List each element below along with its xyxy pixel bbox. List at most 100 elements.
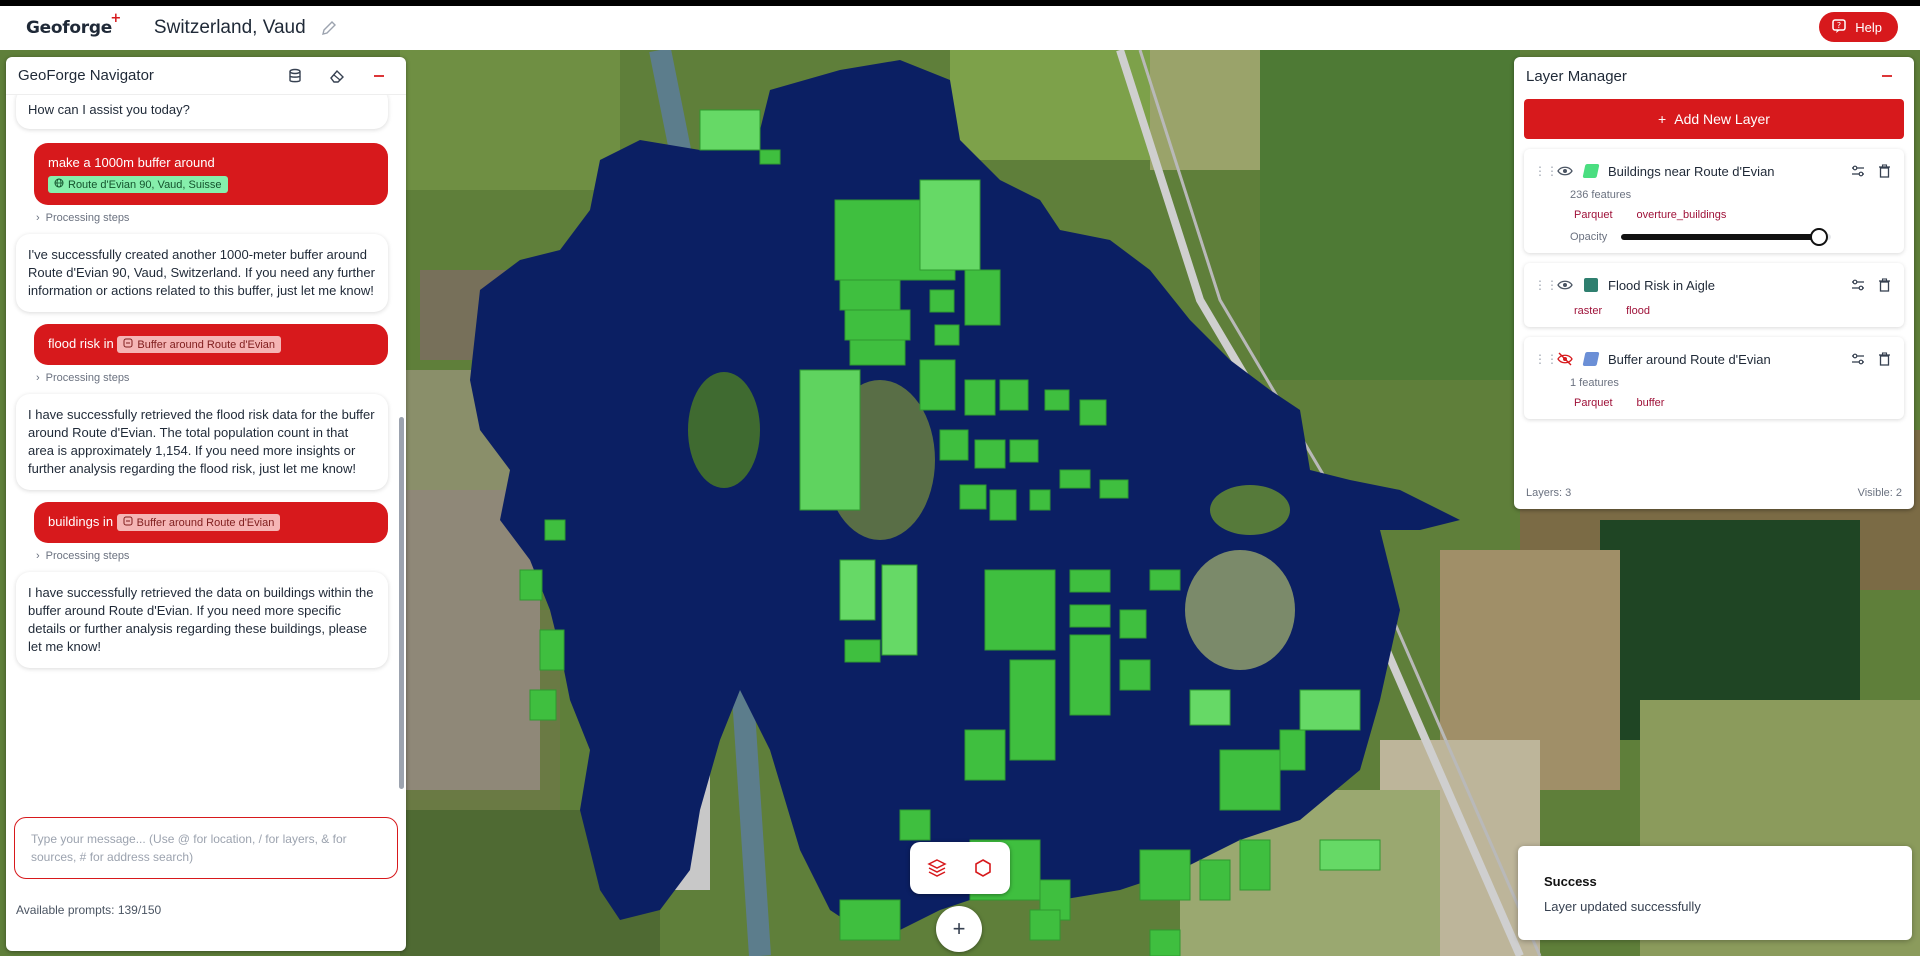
hexagon-icon[interactable]	[967, 852, 999, 884]
trash-icon[interactable]	[1874, 349, 1894, 369]
chat-scrollbar[interactable]	[399, 417, 404, 789]
message-input-placeholder: Type your message... (Use @ for location…	[31, 832, 347, 864]
opacity-slider-fill	[1621, 234, 1819, 240]
assistant-message: I have successfully retrieved the data o…	[16, 572, 388, 668]
svg-text:?: ?	[1837, 21, 1841, 30]
layer-name: Buildings near Route d'Evian	[1608, 163, 1775, 179]
polygon-swatch-icon	[1582, 352, 1600, 366]
layer-manager-footer: Layers: 3 Visible: 2	[1526, 487, 1902, 499]
chevron-right-icon: ›	[36, 372, 40, 384]
add-new-layer-label: Add New Layer	[1674, 111, 1770, 127]
raster-swatch-icon	[1584, 278, 1598, 292]
eye-off-icon[interactable]	[1556, 350, 1574, 368]
layer-tag[interactable]: Buffer around Route d'Evian	[116, 514, 281, 531]
layers-stack-icon[interactable]	[921, 852, 953, 884]
user-message: buildings in Buffer around Route d'Evian	[34, 502, 388, 543]
message-text: make a 1000m buffer around	[48, 155, 215, 170]
layer-name: Buffer around Route d'Evian	[1608, 351, 1771, 367]
layer-manager-panel: Layer Manager + Add New Layer ⋮⋮ Buildin…	[1514, 57, 1914, 509]
pencil-icon[interactable]	[320, 19, 338, 37]
database-icon[interactable]	[280, 61, 310, 91]
opacity-slider-thumb[interactable]	[1809, 228, 1828, 246]
app-logo[interactable]: Geoforge +	[26, 11, 121, 38]
message-text: I've successfully created another 1000-m…	[28, 247, 375, 298]
project-title: Switzerland, Vaud	[153, 17, 306, 38]
location-tag[interactable]: Route d'Evian 90, Vaud, Suisse	[48, 176, 228, 193]
layer-chip: buffer	[1636, 397, 1665, 409]
processing-steps-label: Processing steps	[45, 212, 130, 224]
trash-icon[interactable]	[1874, 161, 1894, 181]
success-toast: Success Layer updated successfully	[1518, 846, 1912, 940]
message-input[interactable]: Type your message... (Use @ for location…	[14, 817, 398, 879]
plus-icon: +	[952, 916, 966, 941]
minimize-icon[interactable]	[364, 61, 394, 91]
location-tag-label: Route d'Evian 90, Vaud, Suisse	[68, 178, 222, 191]
assistant-message: I've successfully created another 1000-m…	[16, 234, 388, 312]
chat-history[interactable]: How can I assist you today? make a 1000m…	[6, 95, 398, 835]
trash-icon[interactable]	[1874, 275, 1894, 295]
zoom-in-button[interactable]: +	[936, 906, 982, 952]
processing-steps-toggle[interactable]: › Processing steps	[36, 372, 388, 384]
polygon-swatch-icon	[1582, 164, 1600, 178]
available-prompts: Available prompts: 139/150	[16, 903, 162, 917]
message-text: I have successfully retrieved the flood …	[28, 407, 375, 476]
minimize-icon[interactable]	[1872, 61, 1902, 91]
layer-count: Layers: 3	[1526, 487, 1572, 499]
user-message: make a 1000m buffer around Route d'Evian…	[34, 143, 388, 205]
help-label: Help	[1855, 19, 1882, 35]
plus-icon: +	[1658, 111, 1667, 127]
add-new-layer-button[interactable]: + Add New Layer	[1524, 99, 1904, 139]
eye-icon[interactable]	[1556, 162, 1574, 180]
navigator-header: GeoForge Navigator	[6, 57, 406, 95]
logo-mark: +	[110, 11, 121, 26]
layer-item-flood-risk[interactable]: ⋮⋮ Flood Risk in Aigle raster flood	[1524, 263, 1904, 327]
globe-icon	[54, 178, 64, 191]
toast-title: Success	[1544, 874, 1597, 889]
layer-chip: Parquet	[1574, 209, 1613, 221]
help-button[interactable]: ? Help	[1819, 12, 1898, 42]
drag-handle-icon[interactable]: ⋮⋮	[1534, 352, 1558, 366]
processing-steps-toggle[interactable]: › Processing steps	[36, 550, 388, 562]
toast-message: Layer updated successfully	[1544, 899, 1701, 914]
chevron-right-icon: ›	[36, 212, 40, 224]
help-icon: ?	[1831, 18, 1847, 37]
feature-count: 1 features	[1570, 377, 1619, 389]
message-text: I have successfully retrieved the data o…	[28, 585, 374, 654]
drag-handle-icon[interactable]: ⋮⋮	[1534, 278, 1558, 292]
message-text: How can I assist you today?	[28, 102, 190, 117]
layer-name: Flood Risk in Aigle	[1608, 277, 1715, 293]
message-text: buildings in	[48, 514, 114, 529]
layers-icon	[123, 338, 133, 351]
visible-count: Visible: 2	[1857, 487, 1902, 499]
feature-count: 236 features	[1570, 189, 1632, 201]
logo-text: Geoforge	[26, 18, 112, 38]
layer-tag[interactable]: Buffer around Route d'Evian	[117, 336, 282, 353]
layer-chip: Parquet	[1574, 397, 1613, 409]
layers-icon	[123, 516, 133, 529]
layer-tag-label: Buffer around Route d'Evian	[136, 516, 275, 529]
processing-steps-label: Processing steps	[45, 550, 130, 562]
layer-chip: raster	[1574, 305, 1603, 317]
layer-chip: overture_buildings	[1636, 209, 1727, 221]
opacity-label: Opacity	[1570, 231, 1608, 243]
navigator-title: GeoForge Navigator	[18, 67, 154, 84]
assistant-message: How can I assist you today?	[16, 95, 388, 129]
assistant-message: I have successfully retrieved the flood …	[16, 394, 388, 490]
drag-handle-icon[interactable]: ⋮⋮	[1534, 164, 1558, 178]
processing-steps-label: Processing steps	[45, 372, 130, 384]
sliders-icon[interactable]	[1848, 349, 1868, 369]
opacity-slider[interactable]	[1621, 228, 1832, 246]
chevron-right-icon: ›	[36, 550, 40, 562]
processing-steps-toggle[interactable]: › Processing steps	[36, 212, 388, 224]
layer-manager-title: Layer Manager	[1526, 67, 1627, 85]
sliders-icon[interactable]	[1848, 161, 1868, 181]
layer-item-buffer[interactable]: ⋮⋮ Buffer around Route d'Evian 1 feature…	[1524, 337, 1904, 419]
navigator-panel: GeoForge Navigator How can I assist you …	[6, 57, 406, 951]
layer-manager-header: Layer Manager	[1514, 57, 1914, 95]
eraser-icon[interactable]	[322, 61, 352, 91]
sliders-icon[interactable]	[1848, 275, 1868, 295]
layer-item-buildings[interactable]: ⋮⋮ Buildings near Route d'Evian 236 feat…	[1524, 149, 1904, 253]
eye-icon[interactable]	[1556, 276, 1574, 294]
layer-tag-label: Buffer around Route d'Evian	[137, 338, 276, 351]
layer-chip: flood	[1626, 305, 1650, 317]
